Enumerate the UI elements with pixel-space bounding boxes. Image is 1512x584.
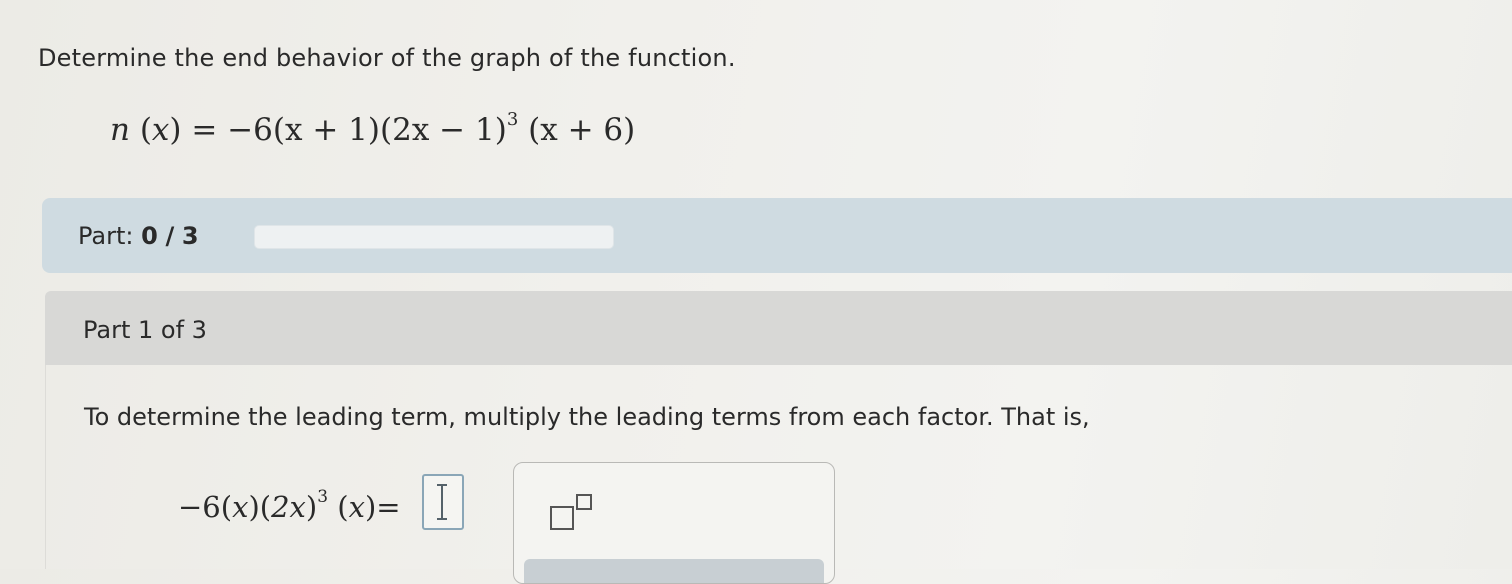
part-label-text: Part: (78, 222, 134, 250)
equation-factor-2-exponent: 3 (506, 108, 519, 130)
part-section-header: Part 1 of 3 (45, 291, 1512, 365)
progress-track (254, 225, 614, 249)
equation-coefficient: −6 (227, 112, 273, 148)
answer-factor-1: x (232, 490, 249, 524)
answer-coefficient: −6 (178, 490, 221, 524)
keypad-bottom-bar (524, 559, 824, 583)
function-equation: n (x) = −6(x + 1)(2x − 1)3 (x + 6) (110, 108, 636, 148)
part-instruction: To determine the leading term, multiply … (84, 403, 1090, 431)
question-prompt: Determine the end behavior of the graph … (38, 44, 736, 72)
function-name: n (110, 112, 130, 148)
equation-factor-3: x + 6 (540, 112, 624, 148)
exponent-button[interactable] (546, 491, 598, 535)
answer-expression: −6(x)(2x)3 (x)= (178, 487, 401, 524)
part-section-title: Part 1 of 3 (83, 316, 207, 344)
part-progress-label: Part: 0 / 3 (78, 222, 199, 250)
part-separator: / (165, 222, 175, 250)
part-progress-bar: Part: 0 / 3 (42, 198, 1512, 273)
text-cursor-icon (437, 484, 447, 520)
equation-factor-2: 2x − 1 (392, 112, 495, 148)
equation-factor-1: x + 1 (285, 112, 368, 148)
answer-input[interactable] (422, 474, 464, 530)
answer-equals: = (376, 490, 401, 524)
part-current: 0 (141, 222, 158, 250)
answer-factor-2: 2x (271, 490, 306, 524)
answer-factor-3: x (348, 490, 365, 524)
math-keypad (513, 462, 835, 584)
function-variable: x (151, 112, 170, 148)
part-total: 3 (181, 222, 199, 250)
answer-factor-2-exponent: 3 (317, 487, 329, 508)
